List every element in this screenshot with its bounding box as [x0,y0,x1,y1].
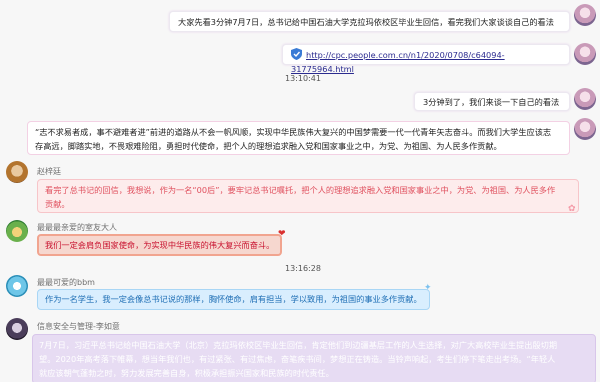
user-avatar[interactable] [6,220,28,242]
flower-decoration-icon: ✿ [568,204,576,214]
message-text: 我们一定会肩负国家使命，为实现中华民族的伟大复兴而奋斗。 [45,240,275,250]
message-link[interactable]: http://cpc.people.com.cn/n1/2020/0708/c6… [291,50,505,74]
user-avatar[interactable] [6,275,28,297]
sender-name: 最最最亲爱的室友大人 [37,223,117,232]
message-line: 存高远，脚踏实地，不畏艰难险阻，勇担时代使命，把个人的理想追求融入党和国家事业之… [35,141,502,151]
self-avatar[interactable] [574,4,596,26]
message-bubble[interactable]: 7月7日，习近平总书记给中国石油大学（北京）克拉玛依校区毕业生回信，肯定他们到边… [32,334,596,382]
self-avatar[interactable] [574,118,596,140]
message-bubble[interactable]: 大家先看3分钟7月7日，总书记给中国石油大学克拉玛依校区毕业生回信，看完我们大家… [169,11,570,32]
message-bubble[interactable]: 我们一定会肩负国家使命，为实现中华民族的伟大复兴而奋斗。 [37,234,282,256]
message-bubble[interactable]: “志不求易者成，事不避难者进”前进的道路从不会一帆风顺，实现中华民族伟大复兴的中… [27,121,570,155]
user-avatar[interactable] [6,161,28,183]
timestamp: 13:16:28 [285,264,321,273]
message-bubble[interactable]: 作为一名学生，我一定会像总书记说的那样，胸怀使命，肩有担当，学以致用，为祖国的事… [37,289,430,310]
message-line: 7月7日，习近平总书记给中国石油大学（北京）克拉玛依校区毕业生回信，肯定他们到边… [39,340,558,350]
message-line: 贡献。 [45,199,70,209]
shield-icon [291,48,302,60]
self-avatar[interactable] [574,88,596,110]
link-bubble[interactable]: http://cpc.people.com.cn/n1/2020/0708/c6… [282,44,570,74]
timestamp: 13:10:41 [285,74,321,83]
message-text: 3分钟到了，我们来谈一下自己的看法 [423,97,560,107]
message-text: 大家先看3分钟7月7日，总书记给中国石油大学克拉玛依校区毕业生回信，看完我们大家… [178,17,554,27]
user-avatar[interactable] [6,318,28,340]
message-text: 作为一名学生，我一定会像总书记说的那样，胸怀使命，肩有担当，学以致用，为祖国的事… [45,294,422,304]
message-line: “志不求易者成，事不避难者进”前进的道路从不会一帆风顺，实现中华民族伟大复兴的中… [35,127,552,137]
message-line: 看完了总书记的回信，我想说，作为一名“00后”，要牢记总书记嘱托，把个人的理想追… [45,185,556,195]
heart-decoration-icon: ❤ [278,229,286,239]
message-bubble[interactable]: 3分钟到了，我们来谈一下自己的看法 [414,92,570,111]
message-bubble[interactable]: 看完了总书记的回信，我想说，作为一名“00后”，要牢记总书记嘱托，把个人的理想追… [37,179,579,213]
sender-name: 信息安全与管理-李如意 [37,322,120,331]
self-avatar[interactable] [574,43,596,65]
message-line: 望。2020年高考落下帷幕，想当年我们也，有过紧张、有过焦虑，奋笔疾书间，梦想正… [39,354,556,364]
star-decoration-icon: ✦ [424,283,432,293]
message-line: 就应该朝气蓬勃之时，努力发展完善自身，积极承担振兴国家和民族的时代责任。 [39,368,334,378]
sender-name: 赵梓廷 [37,167,61,176]
sender-name: 最最可爱的bbm [37,278,95,287]
